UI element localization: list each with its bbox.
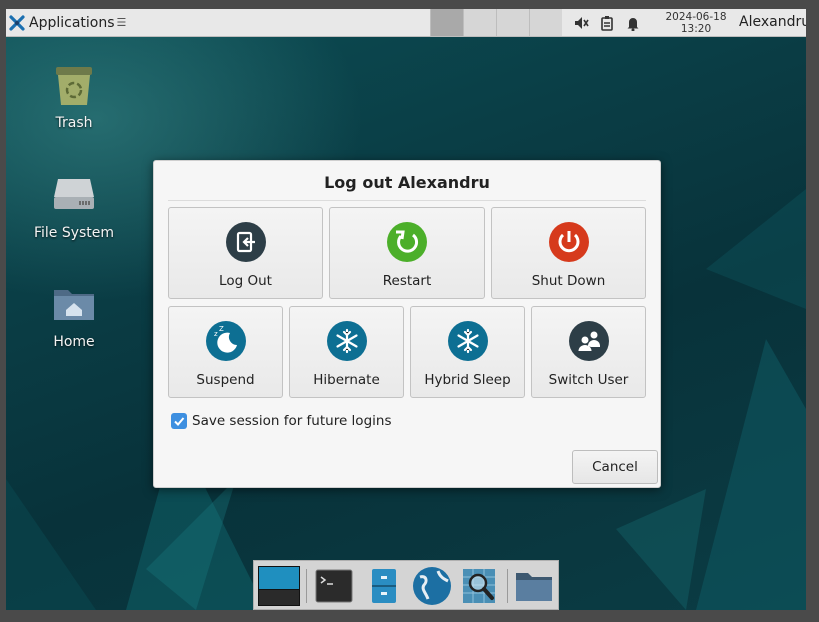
button-label: Shut Down	[531, 273, 606, 289]
terminal-icon[interactable]	[312, 565, 356, 607]
desktop-icon-file-system[interactable]: File System	[19, 171, 129, 241]
restart-button[interactable]: Restart	[329, 207, 485, 299]
dock-separator	[507, 569, 508, 603]
drive-icon	[54, 179, 94, 209]
workspace-1[interactable]	[430, 9, 463, 36]
top-panel: Applications ☰ 2024-06-18 13:20 Alexandr…	[6, 9, 806, 37]
desktop-icon-trash[interactable]: Trash	[19, 61, 129, 131]
clock[interactable]: 2024-06-18 13:20	[661, 9, 731, 36]
cancel-button[interactable]: Cancel	[572, 450, 658, 484]
save-session-checkbox[interactable]	[171, 413, 187, 429]
workspace-switcher	[430, 9, 562, 36]
shutdown-button[interactable]: Shut Down	[491, 207, 646, 299]
workspace-4[interactable]	[529, 9, 562, 36]
save-session-label[interactable]: Save session for future logins	[192, 413, 391, 429]
logout-button[interactable]: Log Out	[168, 207, 323, 299]
snowflake-icon	[447, 321, 488, 361]
hibernate-button[interactable]: Hibernate	[289, 306, 404, 398]
save-session-row: Save session for future logins	[171, 413, 391, 429]
suspend-button[interactable]: z Z Suspend	[168, 306, 283, 398]
power-icon	[548, 222, 589, 262]
button-label: Suspend	[196, 372, 255, 388]
desktop-icon-label: Trash	[55, 115, 93, 131]
dock	[253, 560, 559, 610]
button-label: Log Out	[219, 273, 272, 289]
dock-separator	[306, 569, 307, 603]
user-menu[interactable]: Alexandru	[739, 9, 806, 36]
trash-icon	[56, 67, 92, 105]
clipboard-icon[interactable]	[594, 9, 620, 36]
workspace-3[interactable]	[496, 9, 529, 36]
button-label: Hibernate	[313, 372, 380, 388]
file-cabinet-icon[interactable]	[362, 565, 406, 607]
system-tray	[568, 9, 646, 36]
hybrid-sleep-button[interactable]: Hybrid Sleep	[410, 306, 525, 398]
desktop-icon-label: File System	[33, 225, 115, 241]
web-browser-icon[interactable]	[410, 565, 454, 607]
title-separator	[168, 200, 646, 201]
logout-dialog: Log out Alexandru Log Out Restart Shut D…	[153, 160, 661, 488]
dialog-title: Log out Alexandru	[324, 173, 490, 192]
applications-menu[interactable]: Applications ☰	[6, 9, 126, 36]
clock-date: 2024-06-18	[665, 11, 727, 23]
button-label: Switch User	[548, 372, 629, 388]
home-folder-icon	[54, 290, 94, 320]
workspace-2[interactable]	[463, 9, 496, 36]
desktop-icon-label: Home	[53, 334, 95, 350]
suspend-icon: z Z	[205, 321, 246, 361]
button-label: Restart	[382, 273, 432, 289]
switch-user-button[interactable]: Switch User	[531, 306, 646, 398]
show-desktop-icon[interactable]	[257, 565, 301, 607]
notification-bell-icon[interactable]	[620, 9, 646, 36]
logout-icon	[225, 222, 266, 262]
applications-label: Applications	[29, 14, 115, 31]
clock-time: 13:20	[680, 23, 712, 35]
button-label: Hybrid Sleep	[424, 372, 511, 388]
mute-icon[interactable]	[568, 9, 594, 36]
svg-text:z: z	[214, 330, 218, 338]
folder-icon[interactable]	[512, 565, 556, 607]
xfce-logo-icon	[9, 14, 25, 31]
search-icon[interactable]	[458, 565, 502, 607]
menu-grid-icon: ☰	[116, 16, 127, 29]
svg-text:Z: Z	[219, 325, 224, 333]
desktop-icon-home[interactable]: Home	[19, 280, 129, 350]
desktop-screen: Applications ☰ 2024-06-18 13:20 Alexandr…	[6, 9, 806, 610]
checkmark-icon	[174, 417, 185, 426]
users-icon	[568, 321, 609, 361]
snowflake-icon	[326, 321, 367, 361]
restart-icon	[387, 222, 427, 262]
